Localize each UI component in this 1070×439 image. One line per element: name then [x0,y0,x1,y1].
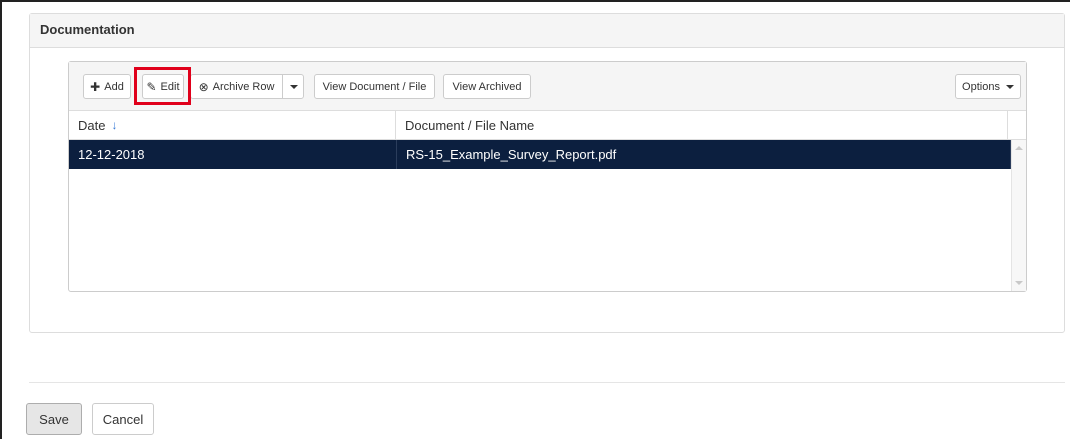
table-row[interactable]: 12-12-2018 RS-15_Example_Survey_Report.p… [69,140,1026,169]
vertical-scrollbar[interactable] [1011,140,1026,291]
cell-file-name: RS-15_Example_Survey_Report.pdf [397,140,1011,169]
add-button[interactable]: ✚ Add [83,74,131,99]
view-document-label: View Document / File [322,80,427,93]
scroll-up-icon[interactable] [1015,146,1023,150]
caret-down-icon [290,84,298,89]
edit-button[interactable]: ✎ Edit [142,74,184,99]
circle-x-icon: ⊗ [198,79,209,94]
column-header-file-name-label: Document / File Name [404,117,535,133]
documentation-panel: Documentation ✚ Add ✎ Edit ⊗ Archive Row… [29,13,1065,333]
column-header-date-label: Date [78,117,106,133]
panel-title: Documentation [30,14,1064,48]
archive-row-label: Archive Row [212,80,275,93]
documents-grid: ✚ Add ✎ Edit ⊗ Archive Row View Document… [68,61,1027,292]
column-header-date[interactable]: Date ↓ [69,111,396,139]
scrollbar-header-spacer [1008,111,1026,139]
scroll-down-icon[interactable] [1015,281,1023,285]
pencil-icon: ✎ [146,79,157,94]
footer-divider [29,382,1065,383]
view-archived-button[interactable]: View Archived [443,74,531,99]
add-button-label: Add [104,80,124,93]
cancel-button[interactable]: Cancel [92,403,154,435]
archive-dropdown-toggle[interactable] [282,74,304,99]
plus-icon: ✚ [90,79,101,94]
cell-date: 12-12-2018 [69,140,397,169]
arrow-down-icon: ↓ [111,118,118,132]
save-button[interactable]: Save [26,403,82,435]
grid-toolbar: ✚ Add ✎ Edit ⊗ Archive Row View Document… [69,62,1026,111]
options-label: Options [962,80,1000,93]
options-dropdown-button[interactable]: Options [955,74,1021,99]
table-body: 12-12-2018 RS-15_Example_Survey_Report.p… [69,140,1026,291]
archive-row-button[interactable]: ⊗ Archive Row [190,74,283,99]
column-header-file-name[interactable]: Document / File Name [396,111,1008,139]
caret-down-icon [1005,84,1014,89]
view-document-button[interactable]: View Document / File [314,74,435,99]
view-archived-label: View Archived [452,80,522,93]
table-header: Date ↓ Document / File Name [69,111,1026,140]
edit-button-label: Edit [160,80,180,93]
